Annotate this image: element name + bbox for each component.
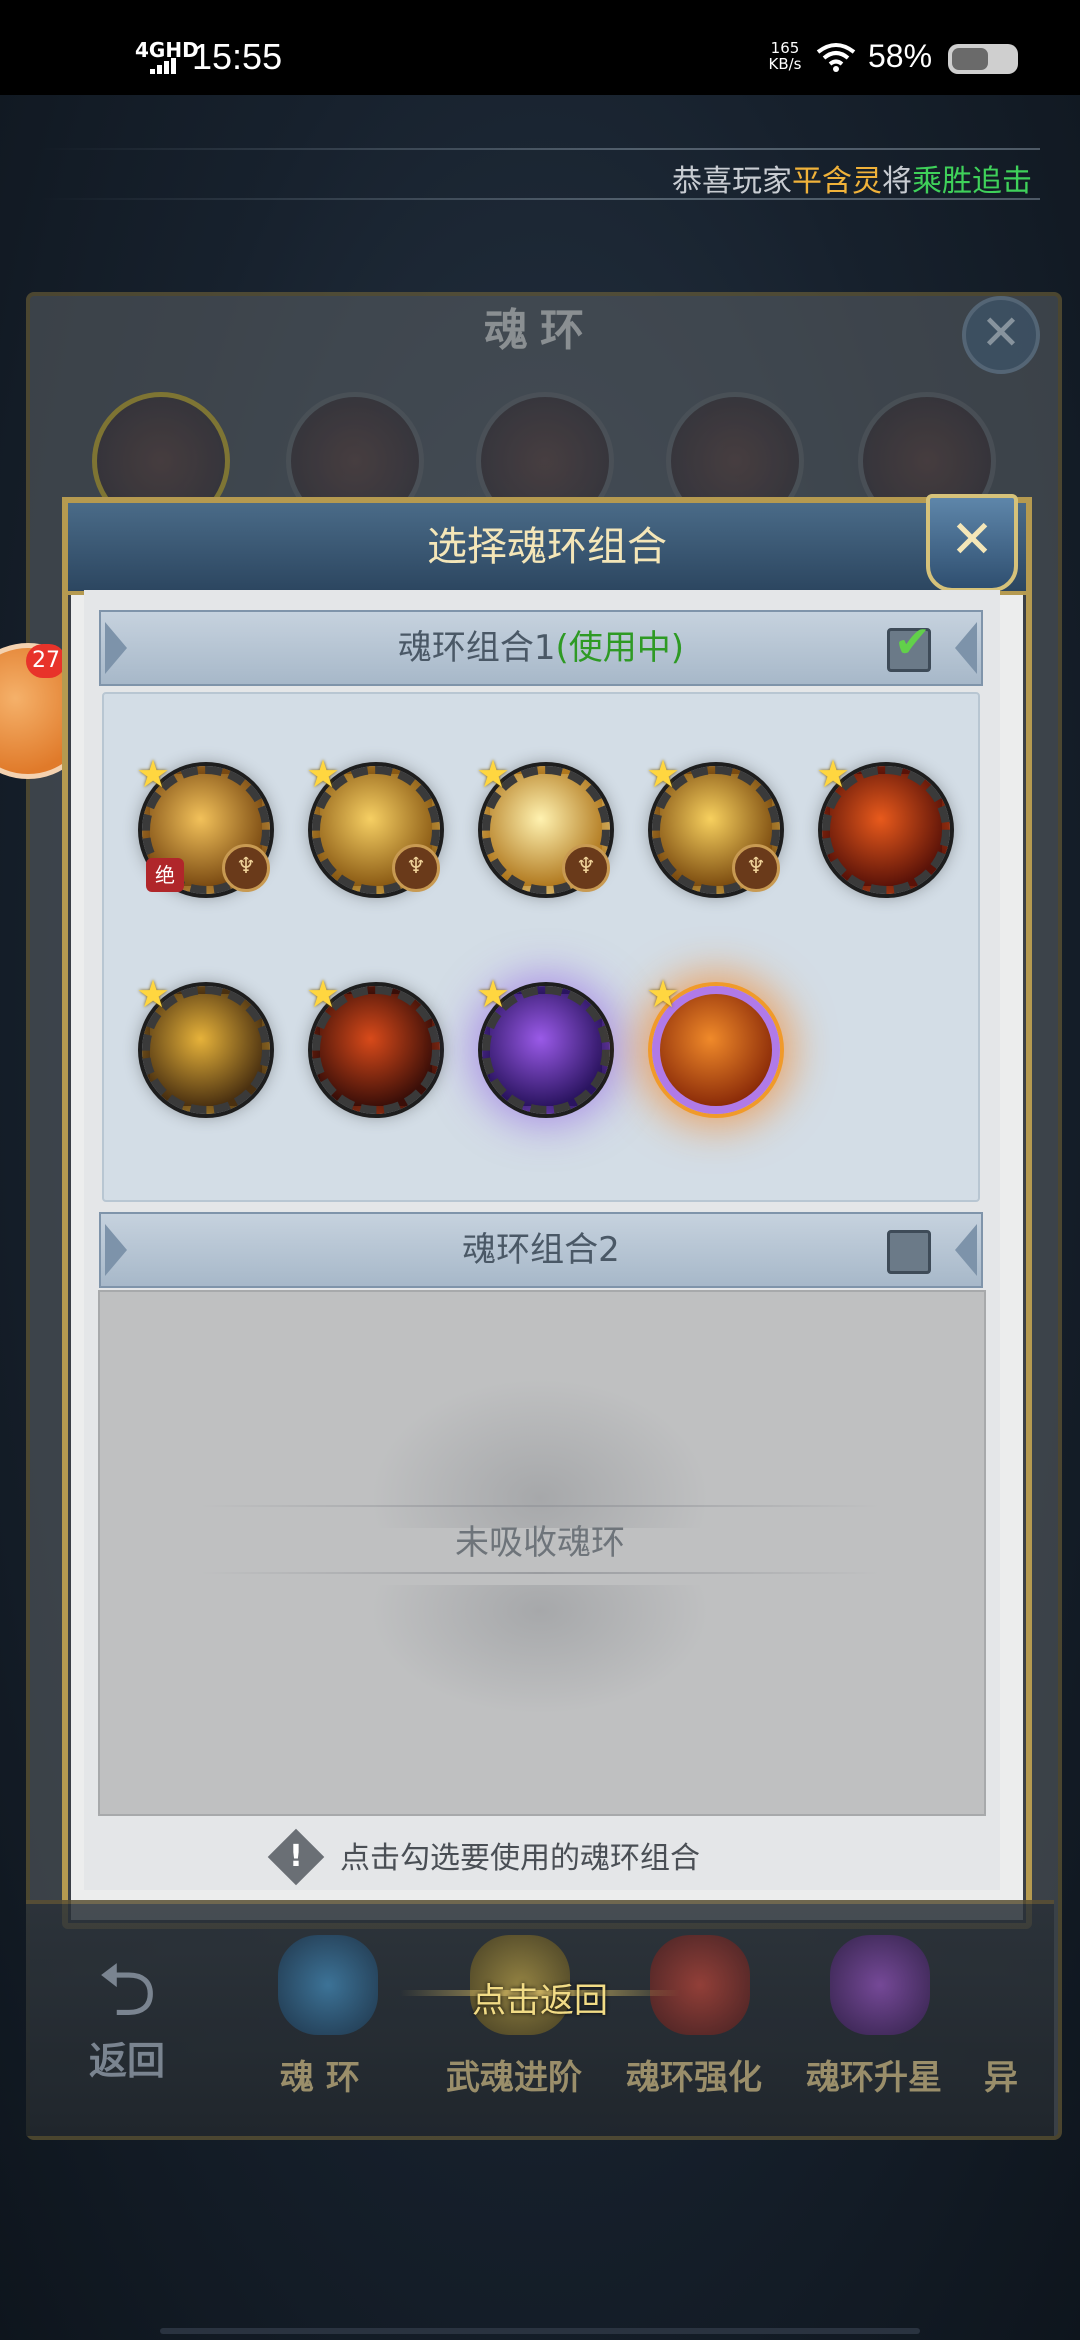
soul-ring-slot[interactable]: ★ <box>306 972 440 1114</box>
nav-tab-martial-advance[interactable]: 武魂进阶 <box>446 2050 582 2099</box>
nav-tab-soul-ring[interactable]: 魂 环 <box>280 2050 360 2099</box>
network-speed: 165 KB/s <box>765 40 805 72</box>
clock: 15:55 <box>192 36 283 77</box>
combo-1-status: (使用中) <box>555 628 685 668</box>
star-icon: ★ <box>816 752 851 796</box>
wifi-icon <box>816 43 856 72</box>
combo-2-header[interactable]: 魂环组合2 <box>99 1212 983 1288</box>
status-bar: 4GHD 15:55 165 KB/s 58% <box>0 0 1080 95</box>
battery-percent: 58% <box>868 38 933 74</box>
speed-unit: KB/s <box>768 55 802 73</box>
hint-text: 点击勾选要使用的魂环组合 <box>340 1841 700 1876</box>
tap-to-return[interactable]: 点击返回 <box>430 1973 650 2022</box>
absolute-badge: 绝 <box>146 858 184 892</box>
equip-item-icon: ♆ <box>222 844 270 892</box>
gem-icon <box>830 1935 930 2035</box>
close-icon: ✕ <box>950 510 994 570</box>
combo-1-title: 魂环组合1(使用中) <box>101 612 981 684</box>
star-icon: ★ <box>476 972 511 1016</box>
nav-tab-ring-enhance[interactable]: 魂环强化 <box>626 2050 762 2099</box>
soul-ring-slot[interactable]: ★ ♆ <box>306 752 440 894</box>
ticker-mid: 将 <box>882 164 912 199</box>
notification-badge: 27 <box>26 644 66 678</box>
combo-1-checkbox[interactable]: ✔ <box>887 617 931 672</box>
soul-ring-slot[interactable]: ★ <box>136 972 270 1114</box>
equip-item-icon: ♆ <box>392 844 440 892</box>
gem-icon <box>278 1935 378 2035</box>
star-icon: ★ <box>646 752 681 796</box>
equip-item-icon: ♆ <box>732 844 780 892</box>
star-icon: ★ <box>136 972 171 1016</box>
soul-ring-slot[interactable]: ★ ♆ <box>476 752 610 894</box>
ornament-icon <box>370 1585 710 1715</box>
panel-close-icon: ✕ <box>962 296 1040 374</box>
soul-ring-slot[interactable]: ★ <box>816 752 950 894</box>
soul-ring-slot[interactable]: ★ ♆ <box>646 752 780 894</box>
star-icon: ★ <box>476 752 511 796</box>
gem-icon <box>650 1935 750 2035</box>
back-button[interactable]: ⮌ 返回 <box>62 1950 192 2100</box>
checkmark-icon: ✔ <box>894 617 931 668</box>
star-icon: ★ <box>306 972 341 1016</box>
dialog-title: 选择魂环组合 <box>427 524 667 570</box>
star-icon: ★ <box>306 752 341 796</box>
divider <box>200 1572 880 1574</box>
nav-tab-ring-star[interactable]: 魂环升星 <box>806 2050 942 2099</box>
combo-1-ring-grid: ★ 绝 ♆ ★ ♆ ★ ♆ ★ ♆ ★ ★ ★ ★ ★ <box>102 692 980 1202</box>
empty-message: 未吸收魂环 <box>455 1523 625 1563</box>
soul-ring-slot[interactable]: ★ 绝 ♆ <box>136 752 270 894</box>
return-arrow-icon: ⮌ <box>97 1947 157 2033</box>
back-label: 返回 <box>88 2039 165 2083</box>
signal-icon <box>150 58 180 74</box>
ticker-text: 恭喜玩家平含灵将乘胜追击 <box>672 156 1032 200</box>
soul-ring-slot[interactable]: ★ <box>646 972 780 1114</box>
star-icon: ★ <box>646 972 681 1016</box>
star-icon: ★ <box>136 752 171 796</box>
combo-1-name: 魂环组合1 <box>397 628 556 668</box>
equip-item-icon: ♆ <box>562 844 610 892</box>
dialog-close-button[interactable]: ✕ <box>926 494 1018 592</box>
announcement-ticker: 恭喜玩家平含灵将乘胜追击 <box>40 148 1040 200</box>
divider <box>200 1505 880 1507</box>
nav-tab-more[interactable]: 异 <box>984 2050 1018 2099</box>
combo-2-title: 魂环组合2 <box>462 1230 620 1270</box>
ticker-tail: 乘胜追击 <box>912 164 1032 199</box>
combo-2-checkbox[interactable] <box>887 1230 931 1274</box>
ticker-player: 平含灵 <box>792 164 882 199</box>
warning-icon-mark: ! <box>289 1839 303 1874</box>
battery-icon <box>948 44 1018 74</box>
combo-1-header[interactable]: 魂环组合1(使用中) ✔ <box>99 610 983 686</box>
soul-ring-slot[interactable]: ★ <box>476 972 610 1114</box>
ticker-prefix: 恭喜玩家 <box>672 164 792 199</box>
soul-ring-panel-title: 魂环 <box>484 305 596 356</box>
home-indicator <box>160 2328 920 2334</box>
